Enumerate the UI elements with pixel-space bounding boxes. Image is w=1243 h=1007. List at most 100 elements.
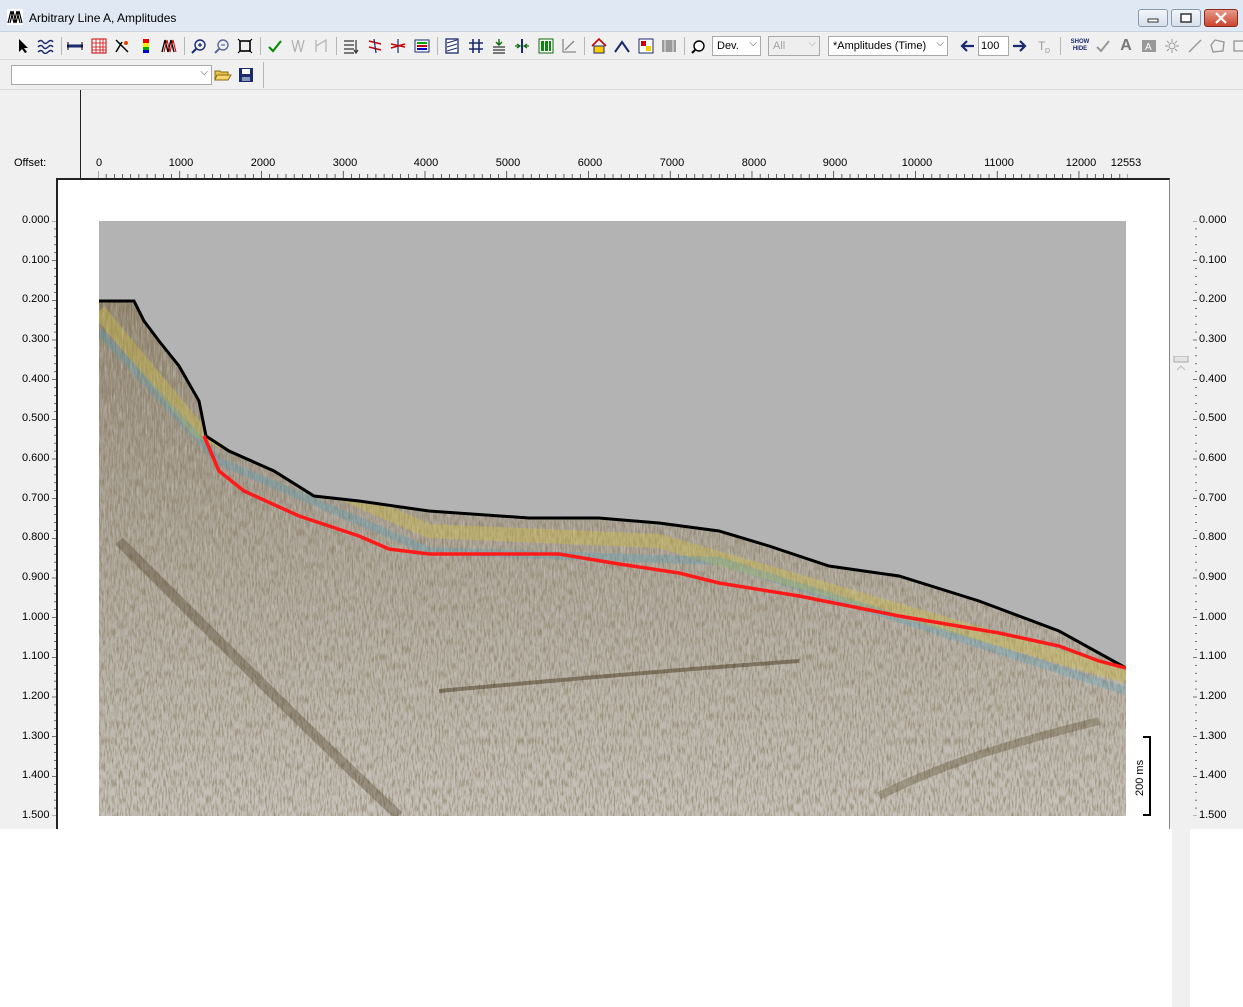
cross-button[interactable] [389,37,407,55]
bars-icon [538,38,554,54]
accept-button[interactable] [1094,37,1112,55]
horizon-button[interactable] [66,37,84,55]
display-combo[interactable]: ⌵ [11,65,212,85]
show-hide-button[interactable]: SHOW HIDE [1068,37,1092,55]
wiggle-mode-button[interactable] [312,37,330,55]
offset-tick-label: 7000 [659,157,685,169]
open-button[interactable] [214,66,232,84]
grid-button[interactable] [90,37,108,55]
house-icon [591,38,607,54]
split-button[interactable] [513,37,531,55]
time-axis-label-right: 0.200 [1199,293,1227,306]
rectangle-icon [1233,40,1243,52]
volume-combo[interactable]: *Amplitudes (Time) ⌵ [828,36,948,56]
time-axis-label-right: 0.000 [1199,214,1227,226]
step-right-button[interactable] [1011,37,1029,55]
time-depth-button[interactable]: TD [1035,37,1053,55]
time-axis-label-left: 0.000 [22,214,50,226]
graph-button[interactable] [560,37,578,55]
time-axis-label-right: 1.000 [1199,610,1227,623]
close-button[interactable] [1204,9,1238,27]
time-axis-label-right: 0.900 [1199,571,1227,583]
vertical-scrollbar[interactable] [1172,355,1190,1007]
pointer-icon [19,39,28,53]
maximize-button[interactable] [1171,9,1201,27]
chevron-button[interactable] [613,37,631,55]
layers-button[interactable] [413,37,431,55]
seismic-display-button[interactable] [160,37,178,55]
wiggle-button[interactable] [37,37,55,55]
time-axis-label-right: 0.700 [1199,491,1227,504]
wiggle-off-icon [291,39,305,53]
step-input[interactable]: 100 [978,36,1009,56]
secondary-toolbar: ⌵ [0,60,1243,90]
time-axis-label-right: 1.100 [1199,650,1227,663]
hatch-icon [445,38,459,54]
offset-tick-label: 6000 [577,157,603,169]
window-title: Arbitrary Line A, Amplitudes [29,11,177,25]
chevron-icon [614,40,630,53]
chevron-down-icon: ⌵ [808,38,816,49]
trace-list-button[interactable] [342,37,360,55]
time-axis-label-left: 0.400 [22,372,50,385]
image-tool-button[interactable]: A [1140,37,1158,55]
time-axis-label-right: 0.800 [1199,531,1227,544]
select-arrow-button[interactable] [14,37,32,55]
rectangle-tool-button[interactable] [1232,37,1243,55]
text-tool-button[interactable]: A [1117,37,1135,55]
app-icon [7,9,23,25]
graph-icon [562,39,576,53]
scroll-thumb [1173,355,1189,371]
wiggle-off-button[interactable] [289,37,307,55]
step-left-button[interactable] [958,37,976,55]
wiggle-mode-icon [315,38,327,52]
cross-icon [390,39,406,53]
bars-button[interactable] [537,37,555,55]
palette-button[interactable] [690,37,708,55]
interpret-button[interactable] [113,37,131,55]
ruler-divider [80,90,81,178]
measure-button[interactable] [467,37,485,55]
line-tool-button[interactable] [1186,37,1204,55]
time-axis-label-left: 1.500 [22,809,50,821]
pick-button[interactable] [366,37,384,55]
time-axis-label-right: 0.500 [1199,412,1227,425]
pick-icon [368,38,382,54]
all-combo[interactable]: All ⌵ [768,36,820,56]
time-axis-label-right: 0.100 [1199,253,1227,266]
time-axis-label-left: 1.200 [22,690,50,702]
offset-tick-label: 10000 [901,157,933,169]
minimize-button[interactable] [1138,9,1168,27]
time-axis-label-right: 0.600 [1199,452,1227,464]
check-icon [268,40,282,53]
offset-label: Offset: [14,157,47,169]
time-axis-label-left: 0.800 [22,531,50,544]
title-bar: Arbitrary Line A, Amplitudes [0,0,1243,32]
flag-button[interactable] [637,37,655,55]
volume-combo-value: *Amplitudes (Time) [833,40,927,52]
maximize-icon [1180,13,1192,23]
hatch-button[interactable] [443,37,461,55]
close-icon [1215,12,1227,24]
apply-button[interactable] [266,37,284,55]
chevron-down-icon: ⌵ [200,67,208,78]
time-axis-label-left: 0.900 [22,571,50,583]
palette-icon [691,40,705,54]
zoom-in-button[interactable] [190,37,208,55]
seismic-section[interactable] [99,221,1126,816]
time-axis-label-right: 1.500 [1199,809,1227,821]
save-button[interactable] [237,66,255,84]
svg-text:D: D [1045,48,1050,54]
zoom-fit-button[interactable] [236,37,254,55]
colorbar-button[interactable] [137,37,155,55]
dev-combo[interactable]: Dev. ⌵ [712,36,761,56]
align-button[interactable] [490,37,508,55]
time-axis-label-left: 0.500 [22,412,50,425]
sun-tool-button[interactable] [1163,37,1181,55]
dev-combo-value: Dev. [717,40,739,52]
polygon-tool-button[interactable] [1209,37,1227,55]
filmstrip-button[interactable] [660,37,678,55]
zoom-out-button[interactable] [213,37,231,55]
time-axis-label-right: 1.200 [1199,690,1227,702]
house-button[interactable] [590,37,608,55]
